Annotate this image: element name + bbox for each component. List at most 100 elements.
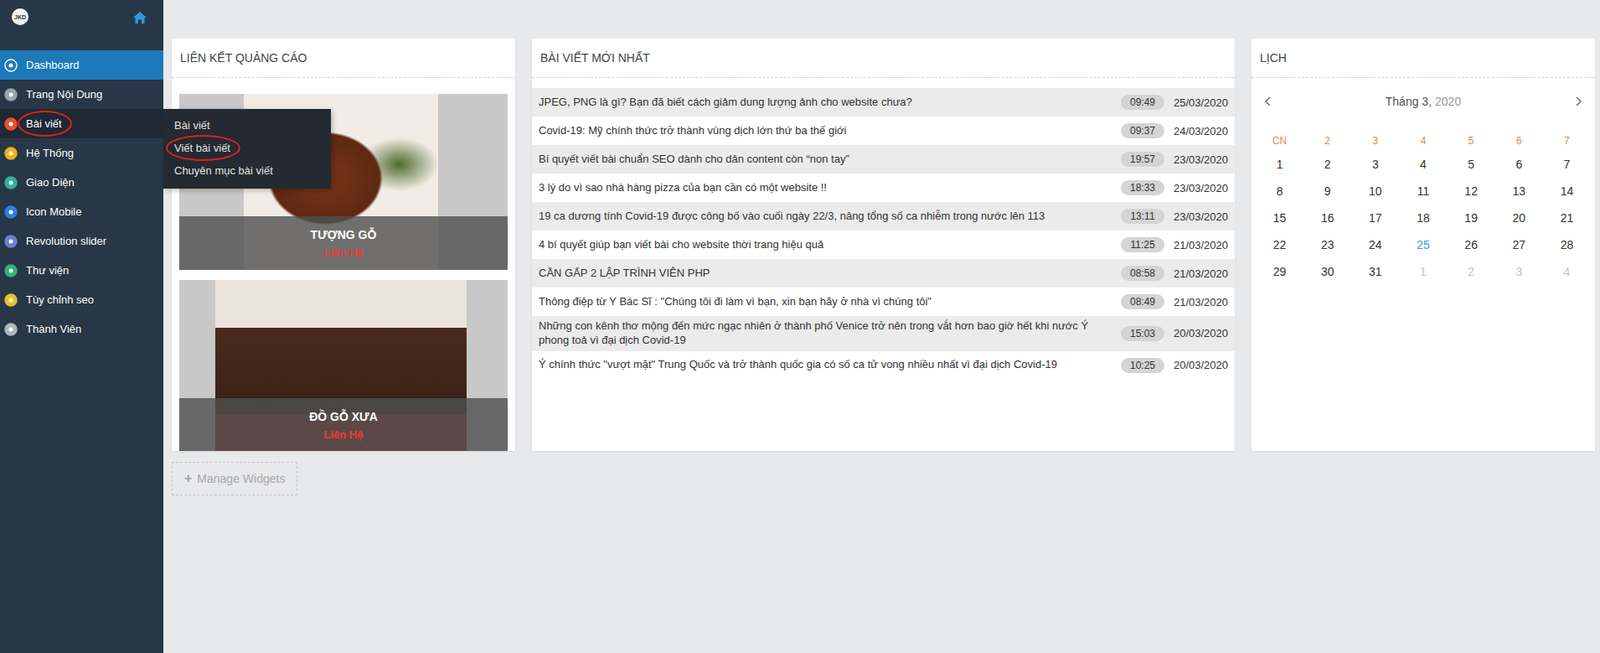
calendar-day[interactable]: 23 bbox=[1303, 237, 1352, 252]
calendar-day[interactable]: 16 bbox=[1303, 211, 1352, 225]
calendar-day[interactable]: 9 bbox=[1303, 184, 1352, 198]
post-date: 20/03/2020 bbox=[1164, 326, 1229, 340]
calendar-day[interactable]: 17 bbox=[1351, 211, 1399, 225]
post-row[interactable]: Bí quyết viết bài chuẩn SEO dành cho dân… bbox=[531, 144, 1235, 174]
calendar-day[interactable]: 1 bbox=[1255, 157, 1304, 171]
post-row[interactable]: CẦN GẤP 2 LẬP TRÌNH VIÊN PHP08:5821/03/2… bbox=[531, 258, 1235, 288]
post-title[interactable]: Bí quyết viết bài chuẩn SEO dành cho dân… bbox=[538, 152, 1121, 167]
sidebar-item[interactable]: Hệ Thống bbox=[0, 138, 164, 168]
calendar-day[interactable]: 6 bbox=[1495, 157, 1544, 171]
post-row[interactable]: 4 bí quyết giúp bạn viết bài cho website… bbox=[531, 230, 1235, 259]
calendar-day[interactable]: 15 bbox=[1255, 211, 1304, 225]
ads-widget: LIÊN KẾT QUẢNG CÁOTƯỢNG GỖLiên HệĐỒ GỖ X… bbox=[171, 38, 516, 451]
weekday: 3 bbox=[1351, 134, 1399, 147]
ad-banner[interactable]: ĐỒ GỖ XƯALiên Hệ bbox=[179, 279, 508, 451]
calendar-day[interactable]: 12 bbox=[1447, 184, 1496, 198]
admin-page: JKD Dashboard Trang Nội Dung Bài viết Bài… bbox=[0, 0, 1600, 653]
weekday: 4 bbox=[1398, 134, 1447, 147]
post-row[interactable]: Ý chính thức "vượt mặt" Trung Quốc và tr… bbox=[531, 350, 1235, 380]
sidebar-item-label: Revolution slider bbox=[25, 234, 107, 248]
ad-contact-link[interactable]: Liên Hệ bbox=[324, 246, 364, 259]
menu-icon bbox=[4, 234, 18, 248]
post-date: 21/03/2020 bbox=[1164, 267, 1229, 280]
post-row[interactable]: Covid-19: Mỹ chính thức trở thành vùng d… bbox=[531, 116, 1235, 145]
sidebar-item[interactable]: Trang Nội Dung bbox=[0, 79, 164, 109]
home-icon[interactable] bbox=[133, 11, 147, 24]
submenu-item[interactable]: Chuyên mục bài viết bbox=[163, 159, 331, 182]
submenu-item[interactable]: Bài viết bbox=[163, 113, 331, 137]
calendar-day[interactable]: 25 bbox=[1398, 237, 1447, 252]
calendar-day[interactable]: 30 bbox=[1303, 264, 1352, 279]
calendar-day[interactable]: 4 bbox=[1398, 157, 1447, 171]
calendar-day[interactable]: 22 bbox=[1255, 237, 1304, 252]
calendar-day[interactable]: 29 bbox=[1255, 264, 1304, 279]
calendar-day[interactable]: 3 bbox=[1495, 264, 1544, 279]
calendar-day[interactable]: 13 bbox=[1495, 184, 1544, 198]
calendar-day[interactable]: 19 bbox=[1447, 211, 1496, 225]
menu-icon bbox=[4, 58, 18, 73]
calendar-day[interactable]: 21 bbox=[1543, 211, 1591, 225]
calendar-day[interactable]: 14 bbox=[1543, 184, 1591, 198]
calendar-day[interactable]: 18 bbox=[1398, 211, 1447, 225]
calendar-day[interactable]: 7 bbox=[1543, 157, 1591, 171]
ad-contact-link[interactable]: Liên Hệ bbox=[324, 428, 364, 441]
calendar-day[interactable]: 24 bbox=[1351, 237, 1399, 252]
post-row[interactable]: JPEG, PNG là gì? Bạn đã biết cách giảm d… bbox=[531, 87, 1235, 117]
submenu-pointer bbox=[157, 118, 164, 131]
calendar-day[interactable]: 10 bbox=[1351, 184, 1399, 198]
calendar-day[interactable]: 26 bbox=[1447, 237, 1496, 252]
brand-bar: JKD bbox=[0, 0, 164, 51]
calendar-day[interactable]: 2 bbox=[1303, 157, 1352, 171]
calendar-day[interactable]: 2 bbox=[1447, 264, 1496, 279]
menu-icon bbox=[4, 146, 18, 160]
post-title[interactable]: Thông điệp từ Y Bác Sĩ : "Chúng tôi đi l… bbox=[538, 294, 1121, 310]
sidebar-item[interactable]: Revolution slider bbox=[0, 226, 164, 256]
sidebar-item[interactable]: Dashboard bbox=[0, 50, 164, 80]
manage-widgets-label: Manage Widgets bbox=[196, 471, 285, 486]
calendar-day[interactable]: 3 bbox=[1351, 157, 1399, 171]
post-title[interactable]: 3 lý do vì sao nhà hàng pizza của bạn cầ… bbox=[538, 180, 1121, 196]
post-time-badge: 11:25 bbox=[1120, 237, 1165, 253]
weekday: CN bbox=[1255, 134, 1304, 147]
chevron-right-icon[interactable] bbox=[1574, 96, 1583, 107]
sidebar-item-label: Icon Mobile bbox=[25, 205, 82, 218]
manage-widgets-button[interactable]: +Manage Widgets bbox=[171, 461, 298, 496]
calendar-day[interactable]: 4 bbox=[1543, 264, 1591, 279]
post-row[interactable]: 19 ca dương tính Covid-19 được công bố v… bbox=[531, 201, 1235, 231]
post-title[interactable]: JPEG, PNG là gì? Bạn đã biết cách giảm d… bbox=[538, 95, 1121, 110]
post-row[interactable]: Những con kênh thơ mộng đến mức ngạc nhi… bbox=[531, 315, 1235, 351]
widget-title: LIÊN KẾT QUẢNG CÁO bbox=[171, 38, 516, 78]
calendar-day[interactable]: 11 bbox=[1398, 184, 1447, 198]
ad-title: TƯỢNG GỖ bbox=[310, 227, 377, 242]
latest-posts-widget: BÀI VIẾT MỚI NHẤTJPEG, PNG là gì? Bạn đã… bbox=[531, 38, 1235, 451]
post-title[interactable]: 19 ca dương tính Covid-19 được công bố v… bbox=[538, 209, 1121, 224]
sidebar-item[interactable]: Bài viết Bài viết Viết bài viết Chuyên m… bbox=[0, 108, 164, 139]
menu-icon bbox=[4, 263, 18, 278]
dashboard: LIÊN KẾT QUẢNG CÁOTƯỢNG GỖLiên HệĐỒ GỖ X… bbox=[163, 0, 1600, 653]
sidebar-item[interactable]: Tùy chỉnh seo bbox=[0, 284, 164, 315]
post-title[interactable]: 4 bí quyết giúp bạn viết bài cho website… bbox=[538, 237, 1121, 253]
calendar-day[interactable]: 28 bbox=[1543, 237, 1591, 252]
post-title[interactable]: CẦN GẤP 2 LẬP TRÌNH VIÊN PHP bbox=[538, 266, 1121, 281]
submenu-item-label: Bài viết bbox=[174, 118, 211, 132]
calendar-day[interactable]: 27 bbox=[1495, 237, 1544, 252]
post-date: 23/03/2020 bbox=[1164, 210, 1229, 223]
submenu-item[interactable]: Viết bài viết bbox=[163, 136, 331, 160]
logo[interactable]: JKD bbox=[11, 8, 29, 26]
sidebar-item-label: Thư viện bbox=[25, 263, 69, 277]
post-row[interactable]: Thông điệp từ Y Bác Sĩ : "Chúng tôi đi l… bbox=[531, 287, 1235, 316]
calendar-day[interactable]: 31 bbox=[1351, 264, 1399, 279]
post-title[interactable]: Ý chính thức "vượt mặt" Trung Quốc và tr… bbox=[538, 357, 1121, 372]
post-title[interactable]: Những con kênh thơ mộng đến mức ngạc nhi… bbox=[538, 319, 1121, 348]
chevron-left-icon[interactable] bbox=[1264, 96, 1273, 107]
sidebar-item[interactable]: Thư viện bbox=[0, 255, 164, 285]
sidebar-item[interactable]: Thành Viên bbox=[0, 314, 164, 344]
post-row[interactable]: 3 lý do vì sao nhà hàng pizza của bạn cầ… bbox=[531, 173, 1235, 202]
calendar-day[interactable]: 8 bbox=[1255, 184, 1304, 198]
calendar-day[interactable]: 1 bbox=[1398, 264, 1447, 279]
post-title[interactable]: Covid-19: Mỹ chính thức trở thành vùng d… bbox=[538, 123, 1121, 139]
calendar-day[interactable]: 20 bbox=[1495, 211, 1544, 225]
calendar-day[interactable]: 5 bbox=[1447, 157, 1496, 171]
sidebar-item[interactable]: Icon Mobile bbox=[0, 196, 164, 227]
sidebar-item[interactable]: Giao Diện bbox=[0, 167, 164, 197]
